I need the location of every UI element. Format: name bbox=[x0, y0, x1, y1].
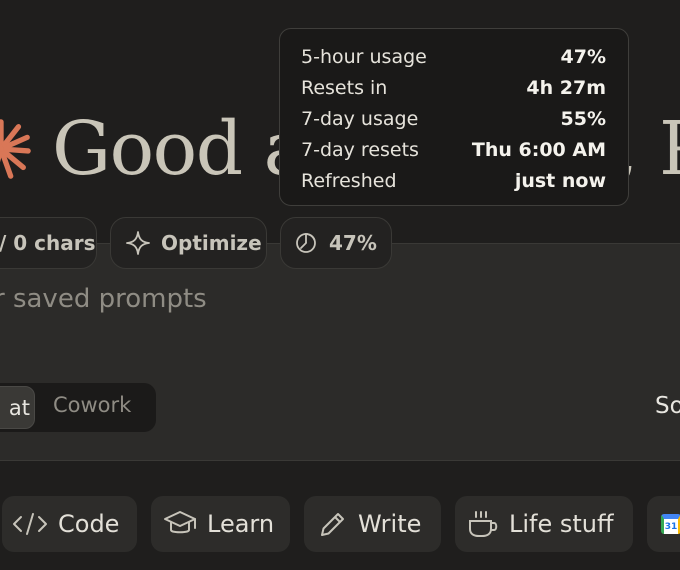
model-selector[interactable]: So bbox=[655, 393, 680, 419]
prompt-placeholder[interactable]: r saved prompts bbox=[0, 284, 207, 314]
coffee-cup-icon bbox=[469, 511, 498, 537]
chip-life-stuff[interactable]: Life stuff bbox=[455, 496, 633, 552]
mode-chat-tab[interactable]: at bbox=[0, 386, 35, 429]
tooltip-row: 7-day resets Thu 6:00 AM bbox=[301, 134, 606, 165]
calendar-icon-date: 31 bbox=[664, 521, 678, 532]
sparkle-icon bbox=[126, 231, 150, 255]
tooltip-label: Refreshed bbox=[301, 169, 397, 192]
tooltip-row: Refreshed just now bbox=[301, 165, 606, 196]
usage-percent-label: 47% bbox=[329, 231, 377, 255]
chip-code-label: Code bbox=[58, 510, 120, 538]
char-count-label: / 0 chars bbox=[0, 231, 96, 255]
claude-logo-icon bbox=[0, 119, 31, 179]
tooltip-value: 47% bbox=[560, 45, 606, 68]
chip-life-stuff-label: Life stuff bbox=[509, 510, 614, 538]
chip-learn[interactable]: Learn bbox=[151, 496, 290, 552]
tooltip-value: Thu 6:00 AM bbox=[471, 138, 606, 161]
chip-calendar[interactable]: 31 bbox=[647, 496, 680, 552]
tooltip-row: 5-hour usage 47% bbox=[301, 41, 606, 72]
chip-learn-label: Learn bbox=[207, 510, 275, 538]
tooltip-row: 7-day usage 55% bbox=[301, 103, 606, 134]
usage-tooltip: 5-hour usage 47% Resets in 4h 27m 7-day … bbox=[279, 28, 629, 206]
app-root: Good afternoon, Paul r saved prompts / 0… bbox=[0, 0, 680, 570]
tooltip-label: Resets in bbox=[301, 76, 388, 99]
mode-chat-label: at bbox=[8, 395, 30, 420]
graduation-cap-icon bbox=[164, 511, 196, 534]
calendar-app-icon: 31 bbox=[661, 514, 680, 534]
tooltip-value: 55% bbox=[560, 107, 606, 130]
mode-toggle: at Cowork bbox=[0, 383, 156, 432]
tooltip-value: just now bbox=[514, 169, 606, 192]
tooltip-label: 5-hour usage bbox=[301, 45, 427, 68]
code-icon bbox=[13, 513, 47, 535]
chip-write[interactable]: Write bbox=[304, 496, 441, 552]
tooltip-label: 7-day resets bbox=[301, 138, 419, 161]
mode-cowork-tab[interactable]: Cowork bbox=[53, 393, 131, 417]
tooltip-label: 7-day usage bbox=[301, 107, 419, 130]
chip-code[interactable]: Code bbox=[2, 496, 137, 552]
tooltip-value: 4h 27m bbox=[526, 76, 606, 99]
usage-button[interactable]: 47% bbox=[280, 217, 392, 269]
usage-gauge-icon bbox=[296, 233, 316, 253]
tooltip-row: Resets in 4h 27m bbox=[301, 72, 606, 103]
char-count-pill[interactable]: / 0 chars bbox=[0, 217, 97, 269]
pencil-icon bbox=[321, 513, 344, 536]
chip-write-label: Write bbox=[358, 510, 422, 538]
optimize-button[interactable]: Optimize bbox=[110, 217, 267, 269]
optimize-label: Optimize bbox=[161, 231, 262, 255]
